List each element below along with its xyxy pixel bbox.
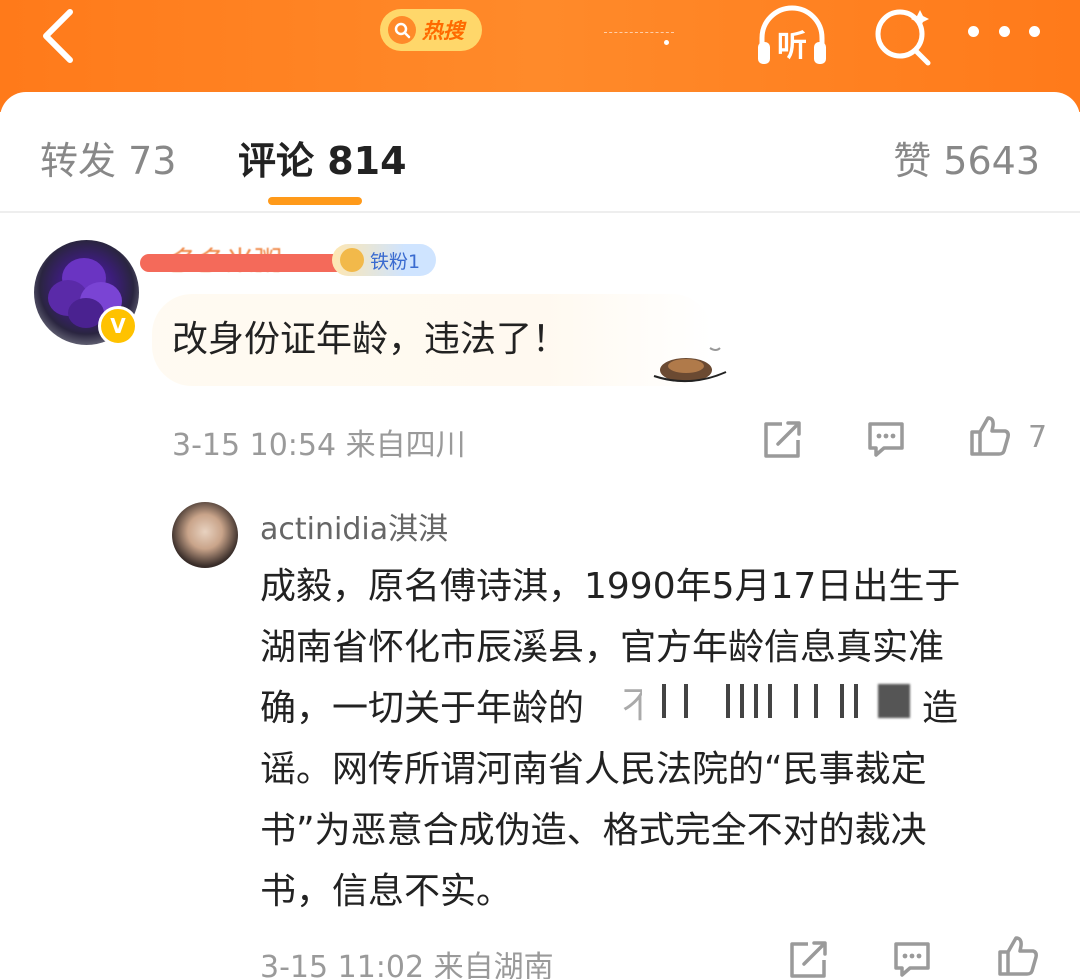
hot-search-dot bbox=[664, 40, 669, 45]
share-button[interactable] bbox=[760, 418, 804, 460]
reply-line: 谣。网传所谓河南省人民法院的“民事裁定 bbox=[260, 749, 927, 790]
listen-label: 听 bbox=[777, 29, 807, 64]
reply-avatar[interactable] bbox=[172, 502, 238, 568]
fan-badge-label: 铁粉1 bbox=[370, 250, 421, 273]
share-button[interactable] bbox=[786, 938, 830, 979]
verified-badge: V bbox=[98, 306, 138, 346]
thumbs-up-icon bbox=[998, 936, 1038, 976]
back-icon bbox=[43, 9, 73, 63]
reply-button[interactable] bbox=[864, 418, 908, 460]
share-icon bbox=[764, 421, 801, 458]
active-tab-indicator bbox=[268, 197, 362, 205]
tab-bar: 转发 73 评论 814 赞 5643 bbox=[0, 92, 1080, 212]
more-button[interactable] bbox=[968, 16, 1040, 46]
more-icon bbox=[968, 25, 979, 37]
tab-comment[interactable]: 评论 814 bbox=[238, 130, 407, 185]
reply-button[interactable] bbox=[890, 938, 934, 979]
text-redaction: 不 bbox=[622, 676, 922, 728]
redacted-glyph: 不 bbox=[622, 685, 642, 726]
reply-text: 成毅，原名傅诗淇，1990年5月17日出生于 湖南省怀化市辰溪县，官方年龄信息真… bbox=[260, 556, 1050, 922]
comment-text: 改身份证年龄，违法了！ bbox=[172, 319, 569, 360]
comment-icon bbox=[868, 422, 904, 457]
hot-search-placeholder-line bbox=[604, 32, 674, 34]
like-count: 7 bbox=[1028, 420, 1048, 455]
listen-button[interactable]: 听 bbox=[754, 4, 830, 68]
reply-line: 湖南省怀化市辰溪县，官方年龄信息真实准 bbox=[260, 627, 945, 668]
reply-meta: 3-15 11:02 来自湖南 bbox=[260, 950, 554, 979]
hot-search-button[interactable]: 热搜 bbox=[380, 9, 482, 51]
reply-line: 书”为恶意合成伪造、格式完全不对的裁决 bbox=[260, 810, 927, 851]
divider bbox=[0, 211, 1080, 213]
search-small-icon bbox=[388, 16, 416, 44]
reply-line: 成毅，原名傅诗淇，1990年5月17日出生于 bbox=[260, 566, 961, 607]
search-button[interactable] bbox=[870, 4, 936, 68]
like-button[interactable] bbox=[996, 934, 1040, 978]
hot-search-label: 热搜 bbox=[422, 19, 464, 43]
like-button[interactable] bbox=[968, 414, 1012, 458]
tab-like[interactable]: 赞 5643 bbox=[893, 130, 1040, 185]
search-icon bbox=[875, 9, 931, 66]
comment-meta: 3-15 10:54 来自四川 bbox=[172, 428, 466, 463]
fan-badge: 铁粉1 bbox=[332, 244, 436, 276]
back-button[interactable] bbox=[34, 4, 84, 64]
reply-line: 书，信息不实。 bbox=[260, 871, 513, 912]
thumbs-up-icon bbox=[970, 416, 1010, 456]
reply-username[interactable]: actinidia淇淇 bbox=[260, 504, 448, 548]
crown-icon bbox=[340, 248, 364, 272]
bubble-decoration-icon bbox=[653, 347, 727, 383]
headphones-icon: 听 bbox=[758, 5, 826, 64]
comment-icon bbox=[894, 942, 930, 977]
share-icon bbox=[790, 941, 827, 978]
tab-repost[interactable]: 转发 73 bbox=[40, 130, 176, 185]
